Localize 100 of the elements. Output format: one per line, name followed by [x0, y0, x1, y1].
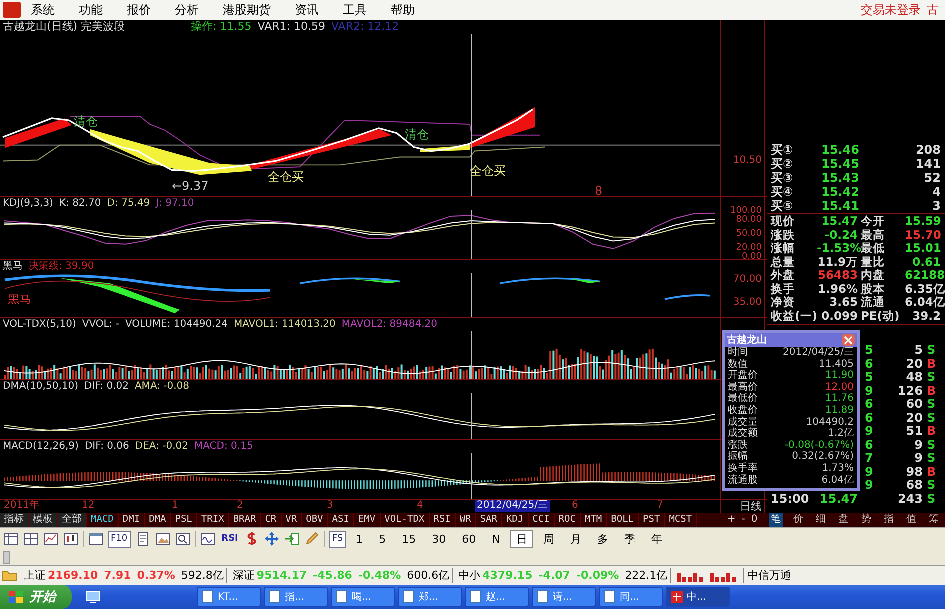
index-value: 9514.17 [256, 569, 308, 582]
popup-value: -0.08(-0.67%) [784, 440, 854, 451]
indicator-readout: MACD: 0.15 [194, 440, 254, 453]
broker-name: 中信万通 [742, 568, 792, 583]
date-label: 4 [416, 500, 424, 512]
indicator-readout: DIF: 0.06 [84, 440, 130, 453]
popup-value: 1.73% [822, 462, 854, 475]
indicator-readout: D: 75.49 [107, 197, 150, 210]
indicator-readout: 黑马 [3, 260, 23, 273]
bid-price: 15.42 [820, 185, 860, 199]
login-status: 交易未登录 [861, 2, 921, 18]
axis-label: 20.00 [736, 244, 762, 253]
stat-label: 内盘 [861, 269, 886, 282]
index-amount: 592.8亿 [181, 568, 227, 583]
stat-value: 39.2 [912, 310, 941, 323]
popup-label: 振幅 [728, 451, 748, 462]
tick-side: S [927, 438, 937, 452]
popup-label: 开盘价 [728, 370, 758, 382]
stat-label: 涨跌 [771, 228, 796, 242]
date-label: 2011年 [3, 500, 40, 512]
date-label: 3 [326, 500, 334, 512]
tick-volume: 9 [914, 438, 923, 452]
stat-value: 56483 [817, 269, 859, 282]
stat-label: PE(动) [861, 310, 901, 323]
popup-value: 0.32(2.67%) [792, 451, 854, 463]
tick-price: 5 [865, 344, 874, 358]
tick-side: S [927, 452, 937, 466]
indicator-readout: VVOL: - [82, 318, 120, 331]
bid-label: 买③ [771, 171, 794, 185]
indicator-readout: 操作: 11.55 [191, 20, 252, 34]
indicator-readout: DMA(10,50,10) [3, 380, 79, 393]
tick-volume: 20 [905, 358, 923, 371]
popup-label: 数值 [728, 358, 748, 370]
index-amount: 600.6亿 [407, 568, 453, 583]
index-percent: -0.48% [358, 569, 402, 582]
tick-price: 6 [865, 398, 874, 412]
date-label: 2 [236, 500, 244, 512]
axis-label: 70.00 [733, 274, 762, 285]
stat-label: 流通 [861, 296, 886, 310]
tick-volume: 126 [896, 384, 923, 398]
stat-value: 15.59 [905, 215, 942, 228]
chart-label: 8 [595, 184, 603, 196]
stat-label: 总量 [771, 256, 796, 269]
tick-price: 6 [865, 358, 874, 371]
tick-price: 6 [865, 438, 874, 452]
bid-volume: 52 [923, 171, 941, 185]
index-name: 深证 [232, 568, 255, 583]
popup-label: 流通股 [728, 474, 758, 486]
bid-label: 买② [771, 157, 794, 171]
bid-label: 买① [771, 143, 794, 157]
bid-volume: 141 [914, 157, 941, 171]
index-name: 上证 [24, 568, 46, 583]
axis-label: 10.50 [733, 155, 762, 166]
tick-price: 9 [865, 466, 874, 479]
tick-side: B [927, 425, 938, 438]
bid-price: 15.41 [820, 199, 860, 213]
popup-label: 收盘价 [728, 404, 758, 416]
indicator-readout: DIF: 0.02 [84, 380, 129, 393]
index-value: 4379.15 [482, 569, 533, 582]
bid-volume: 3 [932, 199, 941, 213]
tick-price: 9 [865, 425, 874, 438]
indicator-readout: AMA: -0.08 [134, 380, 190, 393]
tick-price: 7 [865, 452, 874, 466]
tick-volume: 48 [905, 371, 923, 384]
tick-side: B [927, 358, 938, 371]
stat-label: 现价 [771, 215, 796, 228]
popup-value: 11.90 [825, 370, 854, 382]
date-label: 1 [171, 500, 180, 512]
indicator-readout: MAVOL1: 114013.20 [234, 318, 336, 331]
tick-side: S [927, 398, 937, 412]
stat-label: 最高 [861, 228, 886, 242]
tick-volume: 243 [896, 492, 923, 506]
bid-price: 15.43 [820, 171, 860, 185]
indicator-readout: VOL-TDX(5,10) [3, 318, 76, 331]
chart-title: 古越龙山(日线) 完美波段 [3, 20, 126, 34]
indicator-readout: VOLUME: 104490.24 [125, 318, 228, 331]
tick-volume: 5 [914, 344, 923, 358]
tick-price: 5 [865, 371, 874, 384]
indicator-readout: VAR2: 12.12 [331, 20, 400, 34]
tick-side: S [927, 344, 937, 358]
tick-side: S [927, 492, 937, 506]
tick-price: 6 [865, 412, 874, 425]
tick-volume: 68 [905, 479, 923, 492]
stat-value: 3.65 [828, 296, 859, 310]
stat-value: 15.01 [905, 242, 942, 256]
stat-label: 收益(一) [771, 310, 817, 323]
popup-label: 最低价 [728, 393, 758, 405]
period-label: 日线 [740, 501, 762, 513]
stat-value: 11.9万 [817, 256, 859, 269]
date-label: 7 [656, 500, 664, 512]
stat-value: 62188 [905, 269, 945, 282]
bid-price: 15.46 [820, 143, 860, 157]
axis-label: 80.00 [736, 216, 762, 226]
bid-volume: 4 [932, 185, 941, 199]
stat-value: -0.24 [824, 228, 859, 242]
stat-value: 1.96% [817, 282, 859, 296]
indicator-readout: J: 97.10 [156, 197, 194, 210]
tick-side: B [927, 384, 938, 398]
index-amount: 222.1亿 [625, 568, 671, 583]
tick-price: 15.47 [819, 492, 859, 506]
